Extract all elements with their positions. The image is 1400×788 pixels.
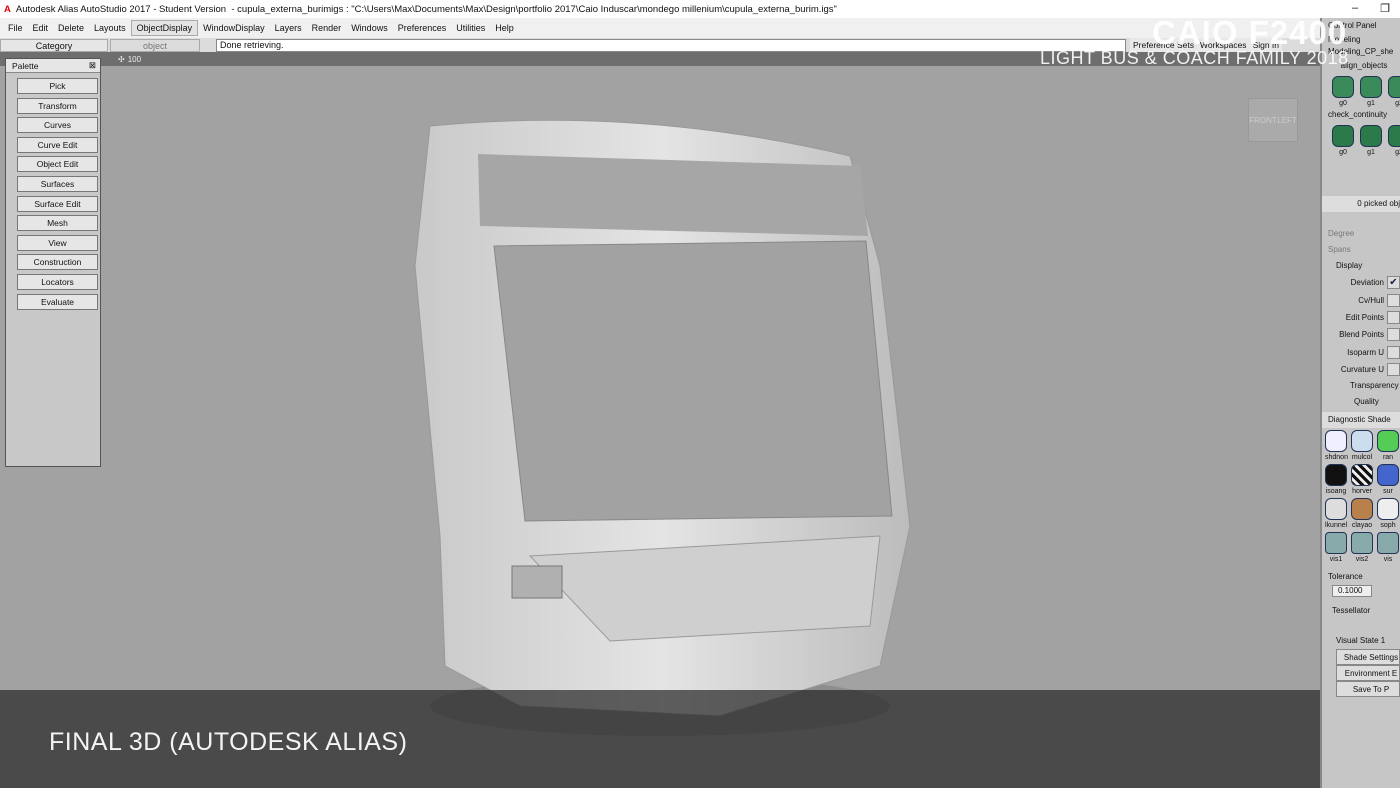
quality-section[interactable]: Quality — [1322, 394, 1400, 410]
palette-object-edit[interactable]: Object Edit — [17, 156, 98, 173]
visual-state-label: Visual State 1 — [1336, 636, 1386, 646]
palette-mesh[interactable]: Mesh — [17, 215, 98, 232]
menu-bar: File Edit Delete Layouts ObjectDisplay W… — [0, 18, 1320, 38]
palette-title: Palette — [12, 60, 39, 71]
status-line: Done retrieving. — [216, 38, 1126, 52]
tessellator-label: Tessellator — [1332, 606, 1371, 616]
blend-points-checkbox[interactable] — [1387, 328, 1400, 342]
environment-button[interactable]: Environment E — [1336, 665, 1400, 682]
shade-soph[interactable]: soph — [1377, 498, 1399, 529]
shade-settings-button[interactable]: Shade Settings — [1336, 649, 1400, 666]
deviation-checkbox[interactable]: ✔ — [1387, 276, 1400, 290]
viewcube-front[interactable]: FRONT — [1249, 116, 1277, 125]
cvhull-label: Cv/Hull — [1358, 295, 1384, 305]
close-icon[interactable]: ⊠ — [89, 60, 96, 71]
display-section[interactable]: Display — [1322, 258, 1400, 274]
edit-points-label: Edit Points — [1345, 312, 1384, 322]
menu-objectdisplay[interactable]: ObjectDisplay — [130, 20, 199, 36]
curvature-label: Curvature U — [1340, 365, 1384, 375]
shade-sur[interactable]: sur — [1377, 464, 1399, 495]
isoparm-label: Isoparm U — [1347, 347, 1384, 357]
menu-windows[interactable]: Windows — [346, 21, 393, 35]
palette-window: Palette ⊠ Pick Transform Curves Curve Edi… — [5, 58, 101, 467]
view-cube[interactable]: FRONT LEFT — [1248, 98, 1298, 142]
edition: - Student Version — [153, 3, 227, 15]
zoom-value: 100 — [127, 54, 142, 64]
shelf-tool-g0[interactable]: g0 — [1332, 76, 1354, 107]
edit-points-checkbox[interactable] — [1387, 310, 1400, 324]
zoom-icon[interactable]: ✣ — [118, 55, 125, 64]
menu-windowdisplay[interactable]: WindowDisplay — [198, 21, 270, 35]
shade-vis3[interactable]: vis — [1377, 532, 1399, 563]
caption-band: FINAL 3D (AUTODESK ALIAS) — [0, 690, 1320, 788]
object-pick-field[interactable]: object — [110, 38, 200, 52]
palette-surfaces[interactable]: Surfaces — [17, 175, 98, 192]
minimize-icon[interactable]: – — [1352, 2, 1358, 15]
palette-construction[interactable]: Construction — [17, 254, 98, 271]
menu-layouts[interactable]: Layouts — [89, 21, 131, 35]
menu-delete[interactable]: Delete — [53, 21, 89, 35]
deviation-label: Deviation — [1350, 278, 1384, 288]
shade-horver[interactable]: horver — [1351, 464, 1373, 495]
app-title: Autodesk Alias AutoStudio 2017 — [15, 3, 151, 15]
menu-utilities[interactable]: Utilities — [451, 21, 490, 35]
shade-clayao[interactable]: clayao — [1351, 498, 1373, 529]
file-path: - cupula_externa_burimigs : "C:\Users\Ma… — [231, 3, 837, 15]
palette-pick[interactable]: Pick — [17, 78, 98, 94]
tolerance-label: Tolerance — [1328, 572, 1363, 582]
shelf-tool-g1[interactable]: g1 — [1360, 76, 1382, 107]
viewport-model-bus-front[interactable] — [0, 66, 1320, 788]
check-tool-g2[interactable]: g2 — [1388, 125, 1400, 156]
shade-vis1[interactable]: vis1 — [1325, 532, 1347, 563]
watermark-subtitle: LIGHT BUS & COACH FAMILY 2018 — [1040, 48, 1349, 68]
palette-curves[interactable]: Curves — [17, 117, 98, 134]
control-panel: Control Panel Modeling Modeling_CP_she a… — [1320, 18, 1400, 788]
check-continuity-label: check_continuity — [1328, 110, 1388, 119]
watermark-title: CAIO F2400 — [1152, 14, 1348, 51]
menu-edit[interactable]: Edit — [28, 21, 54, 35]
isoparm-checkbox[interactable] — [1387, 345, 1400, 359]
menu-layers[interactable]: Layers — [270, 21, 307, 35]
palette-curve-edit[interactable]: Curve Edit — [17, 136, 98, 153]
check-tool-g0[interactable]: g0 — [1332, 125, 1354, 156]
shade-vis2[interactable]: vis2 — [1351, 532, 1373, 563]
category-button[interactable]: Category — [0, 38, 108, 52]
check-tool-g1[interactable]: g1 — [1360, 125, 1382, 156]
picked-count: 0 picked obj — [1322, 196, 1400, 212]
shelf-tool-g2[interactable]: g2 — [1388, 76, 1400, 107]
blend-points-label: Blend Points — [1339, 330, 1384, 340]
menu-file[interactable]: File — [3, 21, 28, 35]
shade-shdnon[interactable]: shdnon — [1325, 430, 1348, 461]
viewcube-left[interactable]: LEFT — [1277, 116, 1297, 125]
tolerance-input[interactable]: 0.1000 — [1332, 585, 1372, 598]
degree-label: Degree — [1328, 229, 1355, 238]
menu-render[interactable]: Render — [307, 21, 347, 35]
save-to-button[interactable]: Save To P — [1336, 681, 1400, 698]
menu-preferences[interactable]: Preferences — [393, 21, 452, 35]
shade-mulcol[interactable]: mulcol — [1351, 430, 1373, 461]
palette-view[interactable]: View — [17, 234, 98, 251]
transparency-section[interactable]: Transparency — [1322, 378, 1400, 394]
shade-isoang[interactable]: isoang — [1325, 464, 1347, 495]
alias-logo-icon: A — [4, 3, 11, 15]
restore-icon[interactable]: ❐ — [1380, 2, 1390, 15]
curvature-checkbox[interactable] — [1387, 363, 1400, 377]
palette-transform[interactable]: Transform — [17, 97, 98, 114]
menu-help[interactable]: Help — [490, 21, 519, 35]
spans-label: Spans — [1328, 245, 1351, 254]
cvhull-checkbox[interactable] — [1387, 293, 1400, 307]
caption-text: FINAL 3D (AUTODESK ALIAS) — [49, 728, 408, 756]
diagnostic-shade-tab[interactable]: Diagnostic Shade — [1322, 412, 1400, 429]
shade-ran[interactable]: ran — [1377, 430, 1399, 461]
palette-locators[interactable]: Locators — [17, 273, 98, 290]
palette-evaluate[interactable]: Evaluate — [17, 293, 98, 310]
shade-lkunnel[interactable]: lkunnel — [1325, 498, 1347, 529]
palette-surface-edit[interactable]: Surface Edit — [17, 195, 98, 212]
